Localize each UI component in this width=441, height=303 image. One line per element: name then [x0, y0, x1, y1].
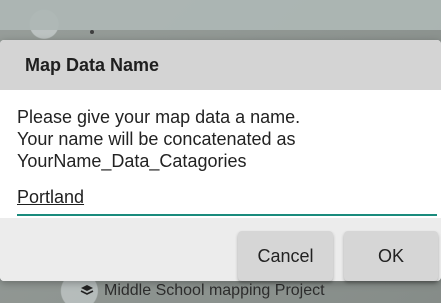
dialog-title: Map Data Name	[25, 55, 160, 75]
dialog-header: Map Data Name	[0, 40, 441, 90]
dialog-buttons: Cancel OK	[0, 218, 441, 281]
screen: Middle School mapping Project Map Data N…	[0, 0, 441, 303]
ok-button[interactable]: OK	[344, 231, 438, 281]
map-name-field[interactable]	[17, 181, 437, 216]
dialog-message-line-3: YourName_Data_Catagories	[17, 151, 247, 171]
map-data-name-dialog: Map Data Name Please give your map data …	[0, 40, 441, 281]
background-project-text: Middle School mapping Project	[104, 282, 325, 299]
background-dot	[90, 30, 94, 34]
background-project-label: Middle School mapping Project	[80, 282, 325, 300]
dialog-message-line-1: Please give your map data a name.	[17, 107, 301, 127]
cancel-button[interactable]: Cancel	[238, 231, 333, 281]
map-name-input[interactable]	[17, 181, 437, 213]
dialog-message-line-2: Your name will be concatenated as	[17, 129, 296, 149]
layers-icon	[80, 284, 94, 298]
background-top-bar	[0, 0, 441, 30]
map-name-underline	[17, 214, 437, 216]
